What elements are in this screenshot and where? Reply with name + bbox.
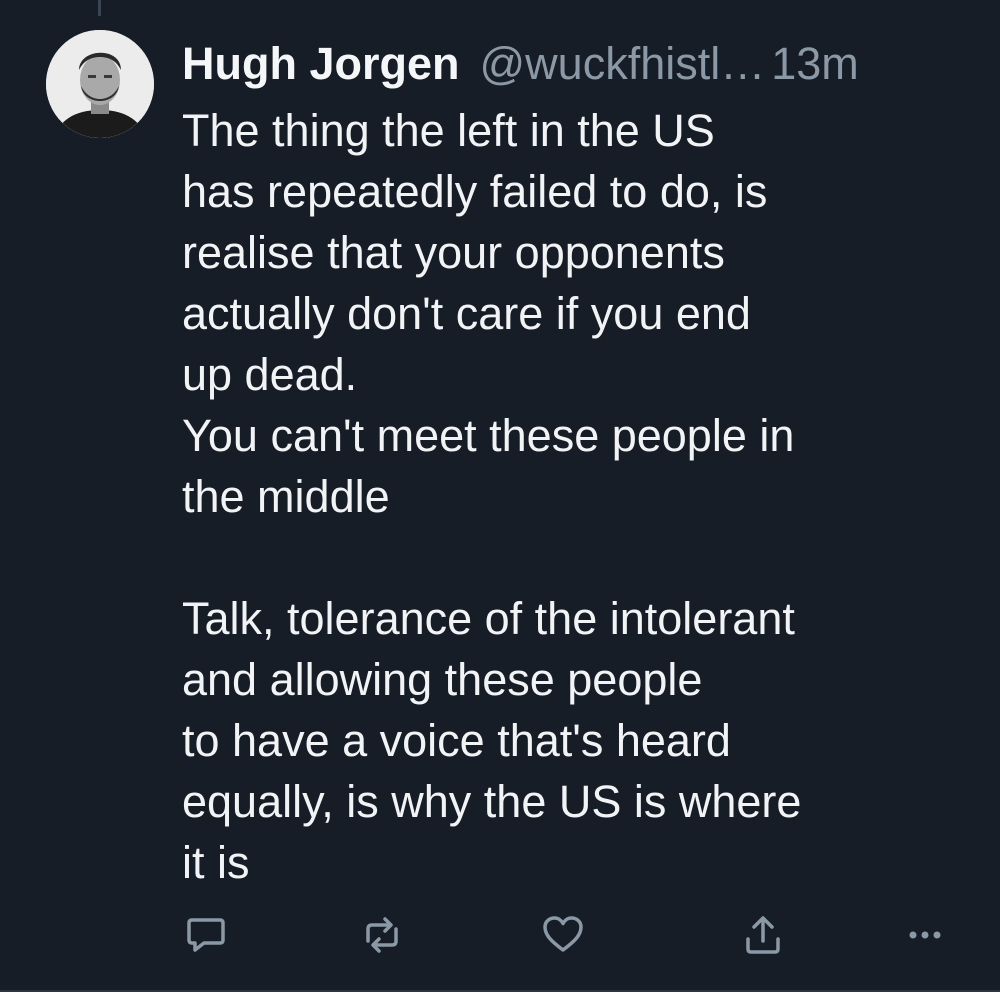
avatar-photo [46, 30, 154, 138]
thread-connector-line [98, 0, 101, 16]
author-name[interactable]: Hugh Jorgen [182, 36, 460, 92]
like-button[interactable] [533, 905, 593, 965]
more-icon [909, 931, 941, 939]
heart-icon [543, 916, 583, 952]
tweet-timestamp[interactable]: 13m [771, 36, 859, 92]
reply-icon [187, 918, 225, 952]
avatar[interactable] [46, 30, 154, 138]
tweet-header: Hugh Jorgen @wuckfhistl… 13m [182, 36, 972, 92]
reply-button[interactable] [176, 905, 236, 965]
more-options-button[interactable] [895, 905, 955, 965]
retweet-icon [366, 917, 398, 953]
tweet[interactable]: Hugh Jorgen @wuckfhistl… 13m The thing t… [0, 0, 1000, 992]
tweet-action-bar [0, 905, 1000, 965]
tweet-text: The thing the left in the US has repeate… [182, 105, 802, 888]
retweet-button[interactable] [352, 905, 412, 965]
author-handle[interactable]: @wuckfhistl… [480, 36, 766, 92]
share-button[interactable] [733, 905, 793, 965]
share-icon [746, 916, 780, 954]
